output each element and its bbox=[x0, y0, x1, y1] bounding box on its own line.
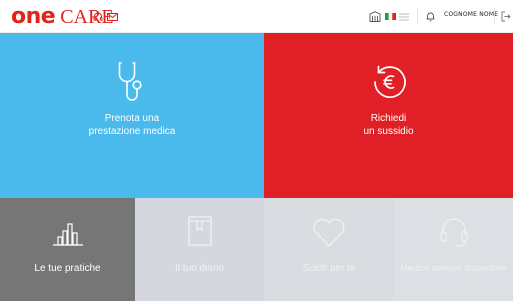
tile-scelti-label: Scelti per te bbox=[302, 263, 356, 274]
mail-icon[interactable] bbox=[107, 13, 118, 21]
tile-medico-sempre-disponibile[interactable]: Medico sempre disponibile bbox=[394, 198, 513, 301]
tile-pratiche-label: Le tue pratiche bbox=[34, 263, 101, 274]
bell-icon[interactable] bbox=[426, 11, 435, 22]
stethoscope-icon bbox=[117, 61, 147, 105]
tile-prenota-label: Prenota una prestazione medica bbox=[88, 113, 176, 137]
logo-care: CARE bbox=[60, 6, 114, 28]
euro-refund-icon bbox=[370, 63, 408, 101]
headset-icon bbox=[439, 216, 469, 248]
building-icon[interactable] bbox=[369, 11, 381, 22]
tile-medico-label: Medico sempre disponibile bbox=[400, 263, 507, 273]
header-divider bbox=[494, 7, 495, 25]
tile-diario-label: Il tuo diario bbox=[175, 263, 224, 274]
tile-il-tuo-diario[interactable]: Il tuo diario bbox=[135, 198, 264, 301]
tile-richiedi-sussidio[interactable]: Richiedi un sussidio bbox=[264, 33, 513, 198]
headset-icon[interactable] bbox=[93, 12, 103, 22]
italy-flag-icon[interactable] bbox=[385, 13, 396, 20]
tile-prenota-prestazione[interactable]: Prenota una prestazione medica bbox=[0, 33, 264, 198]
menu-icon[interactable] bbox=[399, 13, 409, 21]
top-bar: one CARE COGNOME NOME bbox=[0, 0, 513, 33]
bar-chart-icon bbox=[52, 222, 84, 246]
notebook-icon bbox=[187, 216, 212, 246]
logo-one: one bbox=[11, 4, 56, 29]
tile-sussidio-label: Richiedi un sussidio bbox=[363, 113, 414, 137]
tile-le-tue-pratiche[interactable]: Le tue pratiche bbox=[0, 198, 135, 301]
header-divider bbox=[417, 7, 418, 25]
heart-icon bbox=[312, 218, 346, 248]
user-name[interactable]: COGNOME NOME bbox=[444, 11, 498, 18]
tile-scelti-per-te[interactable]: Scelti per te bbox=[264, 198, 394, 301]
logout-icon[interactable] bbox=[501, 11, 511, 22]
